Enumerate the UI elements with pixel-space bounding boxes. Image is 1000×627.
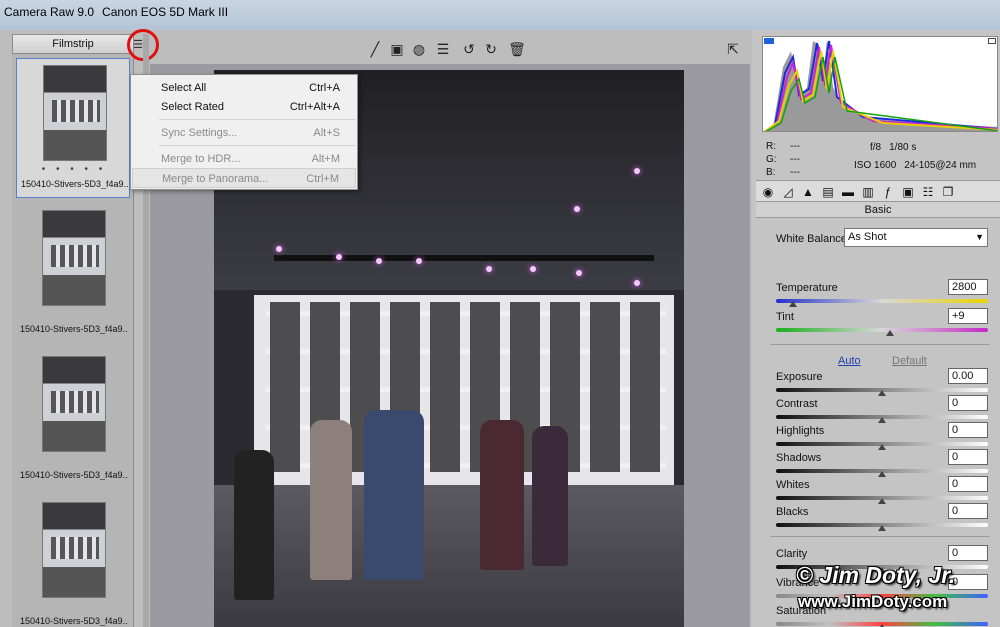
auto-button[interactable]: Auto (838, 355, 861, 367)
rotate-left-icon[interactable]: ↺ (460, 40, 478, 58)
menu-item-merge-panorama[interactable]: Merge to Panorama... Ctrl+M (132, 168, 356, 188)
rotate-right-icon[interactable]: ↻ (482, 40, 500, 58)
adjustments-panel: R: --- G: --- B: --- f/8 1/80 s ISO 1600 24-1… (752, 30, 1000, 627)
slider-handle[interactable] (878, 444, 886, 450)
panel-tabs: ◉ ◿ ▲ ▤ ▬ ▥ ƒ ▣ ☷ ❐ (756, 180, 1000, 202)
camera-name: Canon EOS 5D Mark III (102, 5, 229, 19)
whites-slider[interactable]: Whites 0 (776, 476, 988, 505)
watermark: © Jim Doty, Jr. www.JimDoty.com (790, 560, 1000, 627)
menu-item-sync-settings[interactable]: Sync Settings... Alt+S (132, 123, 356, 143)
lens: 24-105@24 mm (904, 160, 977, 171)
default-button[interactable]: Default (892, 355, 927, 367)
detail-tab-icon[interactable]: ▲ (800, 184, 816, 200)
thumb-filename: 150410-Stivers-5D3_f4a9... (21, 179, 129, 189)
menu-item-merge-hdr[interactable]: Merge to HDR... Alt+M (132, 149, 356, 169)
hsl-tab-icon[interactable]: ▤ (820, 184, 836, 200)
thumb-filename: 150410-Stivers-5D3_f4a9... (20, 324, 128, 334)
radial-filter-icon[interactable]: ◍ (410, 40, 428, 58)
blacks-slider[interactable]: Blacks 0 (776, 503, 988, 532)
thumb-filename: 150410-Stivers-5D3_f4a9... (20, 470, 128, 480)
filmstrip-header: Filmstrip (12, 34, 134, 54)
white-balance-select[interactable]: As Shot ▼ (844, 228, 988, 247)
filmstrip-thumb-2[interactable]: 150410-Stivers-5D3_f4a9... (16, 204, 130, 344)
window-title: Camera Raw 9.0 Canon EOS 5D Mark III (4, 5, 228, 19)
tone-curve-tab-icon[interactable]: ◿ (780, 184, 796, 200)
star-rating[interactable]: • • • • • (17, 164, 131, 175)
contrast-input[interactable]: 0 (948, 395, 988, 411)
watermark-copyright: © Jim Doty, Jr. (796, 562, 956, 588)
thumbnail-image (43, 65, 107, 161)
shadows-input[interactable]: 0 (948, 449, 988, 465)
highlights-input[interactable]: 0 (948, 422, 988, 438)
snapshots-tab-icon[interactable]: ❐ (940, 184, 956, 200)
list-icon[interactable]: ☰ (434, 40, 452, 58)
brush-icon[interactable]: ╱ (366, 40, 384, 58)
iso: ISO 1600 (854, 160, 897, 171)
rgb-readout: R: --- G: --- B: --- (766, 141, 800, 178)
split-toning-tab-icon[interactable]: ▬ (840, 184, 856, 200)
temperature-input[interactable]: 2800 (948, 279, 988, 295)
lens-tab-icon[interactable]: ▥ (860, 184, 876, 200)
filmstrip-thumb-1[interactable]: • • • • • 150410-Stivers-5D3_f4a9... (16, 58, 130, 198)
blacks-input[interactable]: 0 (948, 503, 988, 519)
temperature-slider[interactable]: Temperature 2800 (776, 279, 988, 308)
white-balance-value: As Shot (848, 231, 887, 243)
clarity-input[interactable]: 0 (948, 545, 988, 561)
shutter-speed: 1/80 s (889, 142, 917, 153)
highlight-clipping-icon[interactable] (988, 38, 996, 44)
filmstrip-panel: Filmstrip • • • • • 150410-Stivers-5D3_f… (12, 29, 159, 627)
exposure-slider[interactable]: Exposure 0.00 (776, 368, 988, 397)
filmstrip-context-menu: Select All Ctrl+A Select Rated Ctrl+Alt+A … (130, 74, 358, 190)
tool-bar: ╱ ▣ ◍ ☰ ↺ ↻ 🗑 ⇱ (150, 38, 750, 62)
filmstrip-thumb-4[interactable]: 150410-Stivers-5D3_f4a9... (16, 496, 130, 627)
chevron-down-icon: ▼ (975, 232, 984, 242)
tint-slider[interactable]: Tint +9 (776, 308, 988, 337)
menu-item-select-rated[interactable]: Select Rated Ctrl+Alt+A (132, 97, 356, 117)
highlights-slider[interactable]: Highlights 0 (776, 422, 988, 451)
gradient-icon[interactable]: ▣ (388, 40, 406, 58)
slider-handle[interactable] (878, 498, 886, 504)
shadows-slider[interactable]: Shadows 0 (776, 449, 988, 478)
presets-tab-icon[interactable]: ☷ (920, 184, 936, 200)
camera-raw-window: Filmstrip • • • • • 150410-Stivers-5D3_f… (0, 29, 1000, 627)
thumb-filename: 150410-Stivers-5D3_f4a9... (20, 616, 128, 626)
slider-handle[interactable] (878, 525, 886, 531)
slider-handle[interactable] (886, 330, 895, 336)
thumbnail-image (42, 356, 106, 452)
app-name: Camera Raw 9.0 (4, 5, 95, 19)
aperture: f/8 (870, 142, 882, 153)
trash-icon[interactable]: 🗑 (508, 40, 526, 58)
image-info: R: --- G: --- B: --- f/8 1/80 s ISO 1600 24-1… (762, 134, 998, 180)
menu-item-select-all[interactable]: Select All Ctrl+A (132, 78, 356, 98)
thumbnail-image (42, 210, 106, 306)
contrast-slider[interactable]: Contrast 0 (776, 395, 988, 424)
exposure-info: f/8 1/80 s (862, 142, 916, 153)
whites-input[interactable]: 0 (948, 476, 988, 492)
title-bar: Camera Raw 9.0 Canon EOS 5D Mark III (0, 0, 1000, 30)
lens-info: ISO 1600 24-105@24 mm (846, 160, 976, 171)
effects-tab-icon[interactable]: ƒ (880, 184, 896, 200)
shadow-clipping-icon[interactable] (764, 38, 774, 44)
slider-handle[interactable] (788, 301, 797, 307)
white-balance-label: White Balance: (776, 233, 850, 245)
histogram (762, 36, 998, 132)
filmstrip-thumb-3[interactable]: 150410-Stivers-5D3_f4a9... (16, 350, 130, 490)
exposure-input[interactable]: 0.00 (948, 368, 988, 384)
slider-handle[interactable] (878, 471, 886, 477)
panel-title: Basic (756, 202, 1000, 218)
slider-handle[interactable] (878, 417, 886, 423)
fullscreen-icon[interactable]: ⇱ (724, 40, 742, 58)
basic-tab-icon[interactable]: ◉ (760, 184, 776, 200)
slider-handle[interactable] (878, 390, 886, 396)
thumbnail-image (42, 502, 106, 598)
watermark-url: www.JimDoty.com (798, 592, 948, 611)
camera-calibration-tab-icon[interactable]: ▣ (900, 184, 916, 200)
tint-input[interactable]: +9 (948, 308, 988, 324)
